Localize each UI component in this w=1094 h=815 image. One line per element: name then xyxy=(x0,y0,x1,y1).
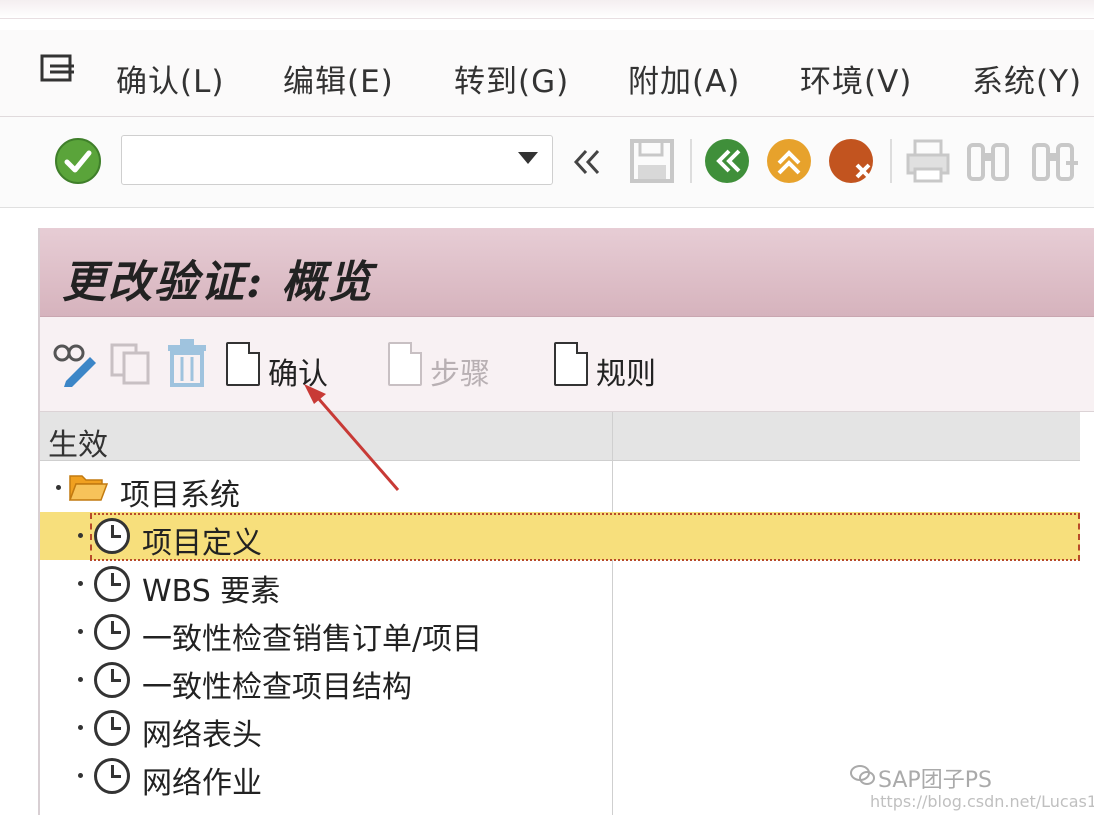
tree-bullet xyxy=(78,533,83,538)
tree-header: 生效 xyxy=(40,412,1080,463)
exit-icon[interactable] xyxy=(765,137,813,185)
steps-button: 步骤 xyxy=(430,357,490,392)
tree-bullet xyxy=(56,485,61,490)
watermark-text: SAP团子PS xyxy=(878,768,992,793)
collapse-icon[interactable] xyxy=(570,147,606,177)
document-icon xyxy=(554,342,588,386)
document-icon xyxy=(226,342,260,386)
rules-button[interactable]: 规则 xyxy=(596,349,656,393)
validation-tree: 生效 项目系统 项目定义 WBS 要素 一致性检查销售订单/项目 一致性检查项目… xyxy=(40,412,1080,815)
window-top-band xyxy=(0,0,1094,19)
page-title: 更改验证: 概览 xyxy=(62,257,374,308)
display-change-icon[interactable] xyxy=(52,341,100,387)
tree-node-label: 一致性检查项目结构 xyxy=(142,670,412,705)
cancel-icon[interactable] xyxy=(827,137,875,185)
clock-icon xyxy=(94,710,130,746)
menu-system[interactable]: 系统(Y) xyxy=(972,56,1082,101)
column-header: 生效 xyxy=(48,428,108,463)
menu-icon[interactable] xyxy=(38,50,78,90)
toolbar-separator xyxy=(890,139,892,183)
document-icon xyxy=(388,342,422,386)
tree-node[interactable]: WBS 要素 xyxy=(40,560,1080,609)
tree-bullet xyxy=(78,629,83,634)
tree-bullet xyxy=(78,725,83,730)
content-area: 更改验证: 概览 确认 步骤 规则 生效 项目系统 项目定义 WBS 要素 一致… xyxy=(38,228,1094,815)
tree-node-root[interactable]: 项目系统 xyxy=(40,464,1080,513)
confirm-button[interactable]: 确认 xyxy=(268,349,328,393)
application-toolbar: 确认 步骤 规则 xyxy=(40,317,1094,412)
standard-toolbar xyxy=(0,117,1094,208)
tree-node-label: 项目定义 xyxy=(142,526,262,561)
folder-open-icon xyxy=(68,475,108,501)
watermark-url: https://blog.csdn.net/Lucas1211 xyxy=(870,792,1094,811)
menu-edit[interactable]: 编辑(E) xyxy=(283,56,394,101)
tree-node-label: 一致性检查销售订单/项目 xyxy=(142,622,483,657)
menu-confirm[interactable]: 确认(L) xyxy=(116,56,224,101)
title-bar: 更改验证: 概览 xyxy=(40,228,1094,317)
tree-bullet xyxy=(78,773,83,778)
find-next-icon xyxy=(1032,143,1078,181)
check-icon[interactable] xyxy=(54,137,102,185)
clock-icon xyxy=(94,518,130,554)
print-icon xyxy=(906,139,950,183)
clock-icon xyxy=(94,758,130,794)
delete-icon xyxy=(168,339,206,387)
command-field[interactable] xyxy=(121,135,553,185)
toolbar-separator xyxy=(690,139,692,183)
menu-bar: 确认(L) 编辑(E) 转到(G) 附加(A) 环境(V) 系统(Y) xyxy=(0,30,1094,117)
clock-icon xyxy=(94,614,130,650)
tree-node-label: 项目系统 xyxy=(120,478,240,513)
find-icon xyxy=(967,143,1009,181)
wechat-icon xyxy=(850,765,875,785)
tree-node[interactable]: 网络表头 xyxy=(40,704,1080,753)
menu-extras[interactable]: 附加(A) xyxy=(628,56,740,101)
tree-node[interactable]: 一致性检查销售订单/项目 xyxy=(40,608,1080,657)
dropdown-icon[interactable] xyxy=(518,152,538,164)
save-icon xyxy=(630,139,674,183)
tree-node-label: 网络表头 xyxy=(142,718,262,753)
tree-bullet xyxy=(78,677,83,682)
back-icon[interactable] xyxy=(703,137,751,185)
tree-node-selected[interactable]: 项目定义 xyxy=(40,512,1080,561)
copy-icon xyxy=(110,343,150,385)
tree-node-label: 网络作业 xyxy=(142,766,262,801)
menu-environment[interactable]: 环境(V) xyxy=(800,56,912,101)
tree-bullet xyxy=(78,581,83,586)
menu-goto[interactable]: 转到(G) xyxy=(454,56,569,101)
clock-icon xyxy=(94,566,130,602)
clock-icon xyxy=(94,662,130,698)
tree-node-label: WBS 要素 xyxy=(142,574,281,609)
tree-node[interactable]: 一致性检查项目结构 xyxy=(40,656,1080,705)
